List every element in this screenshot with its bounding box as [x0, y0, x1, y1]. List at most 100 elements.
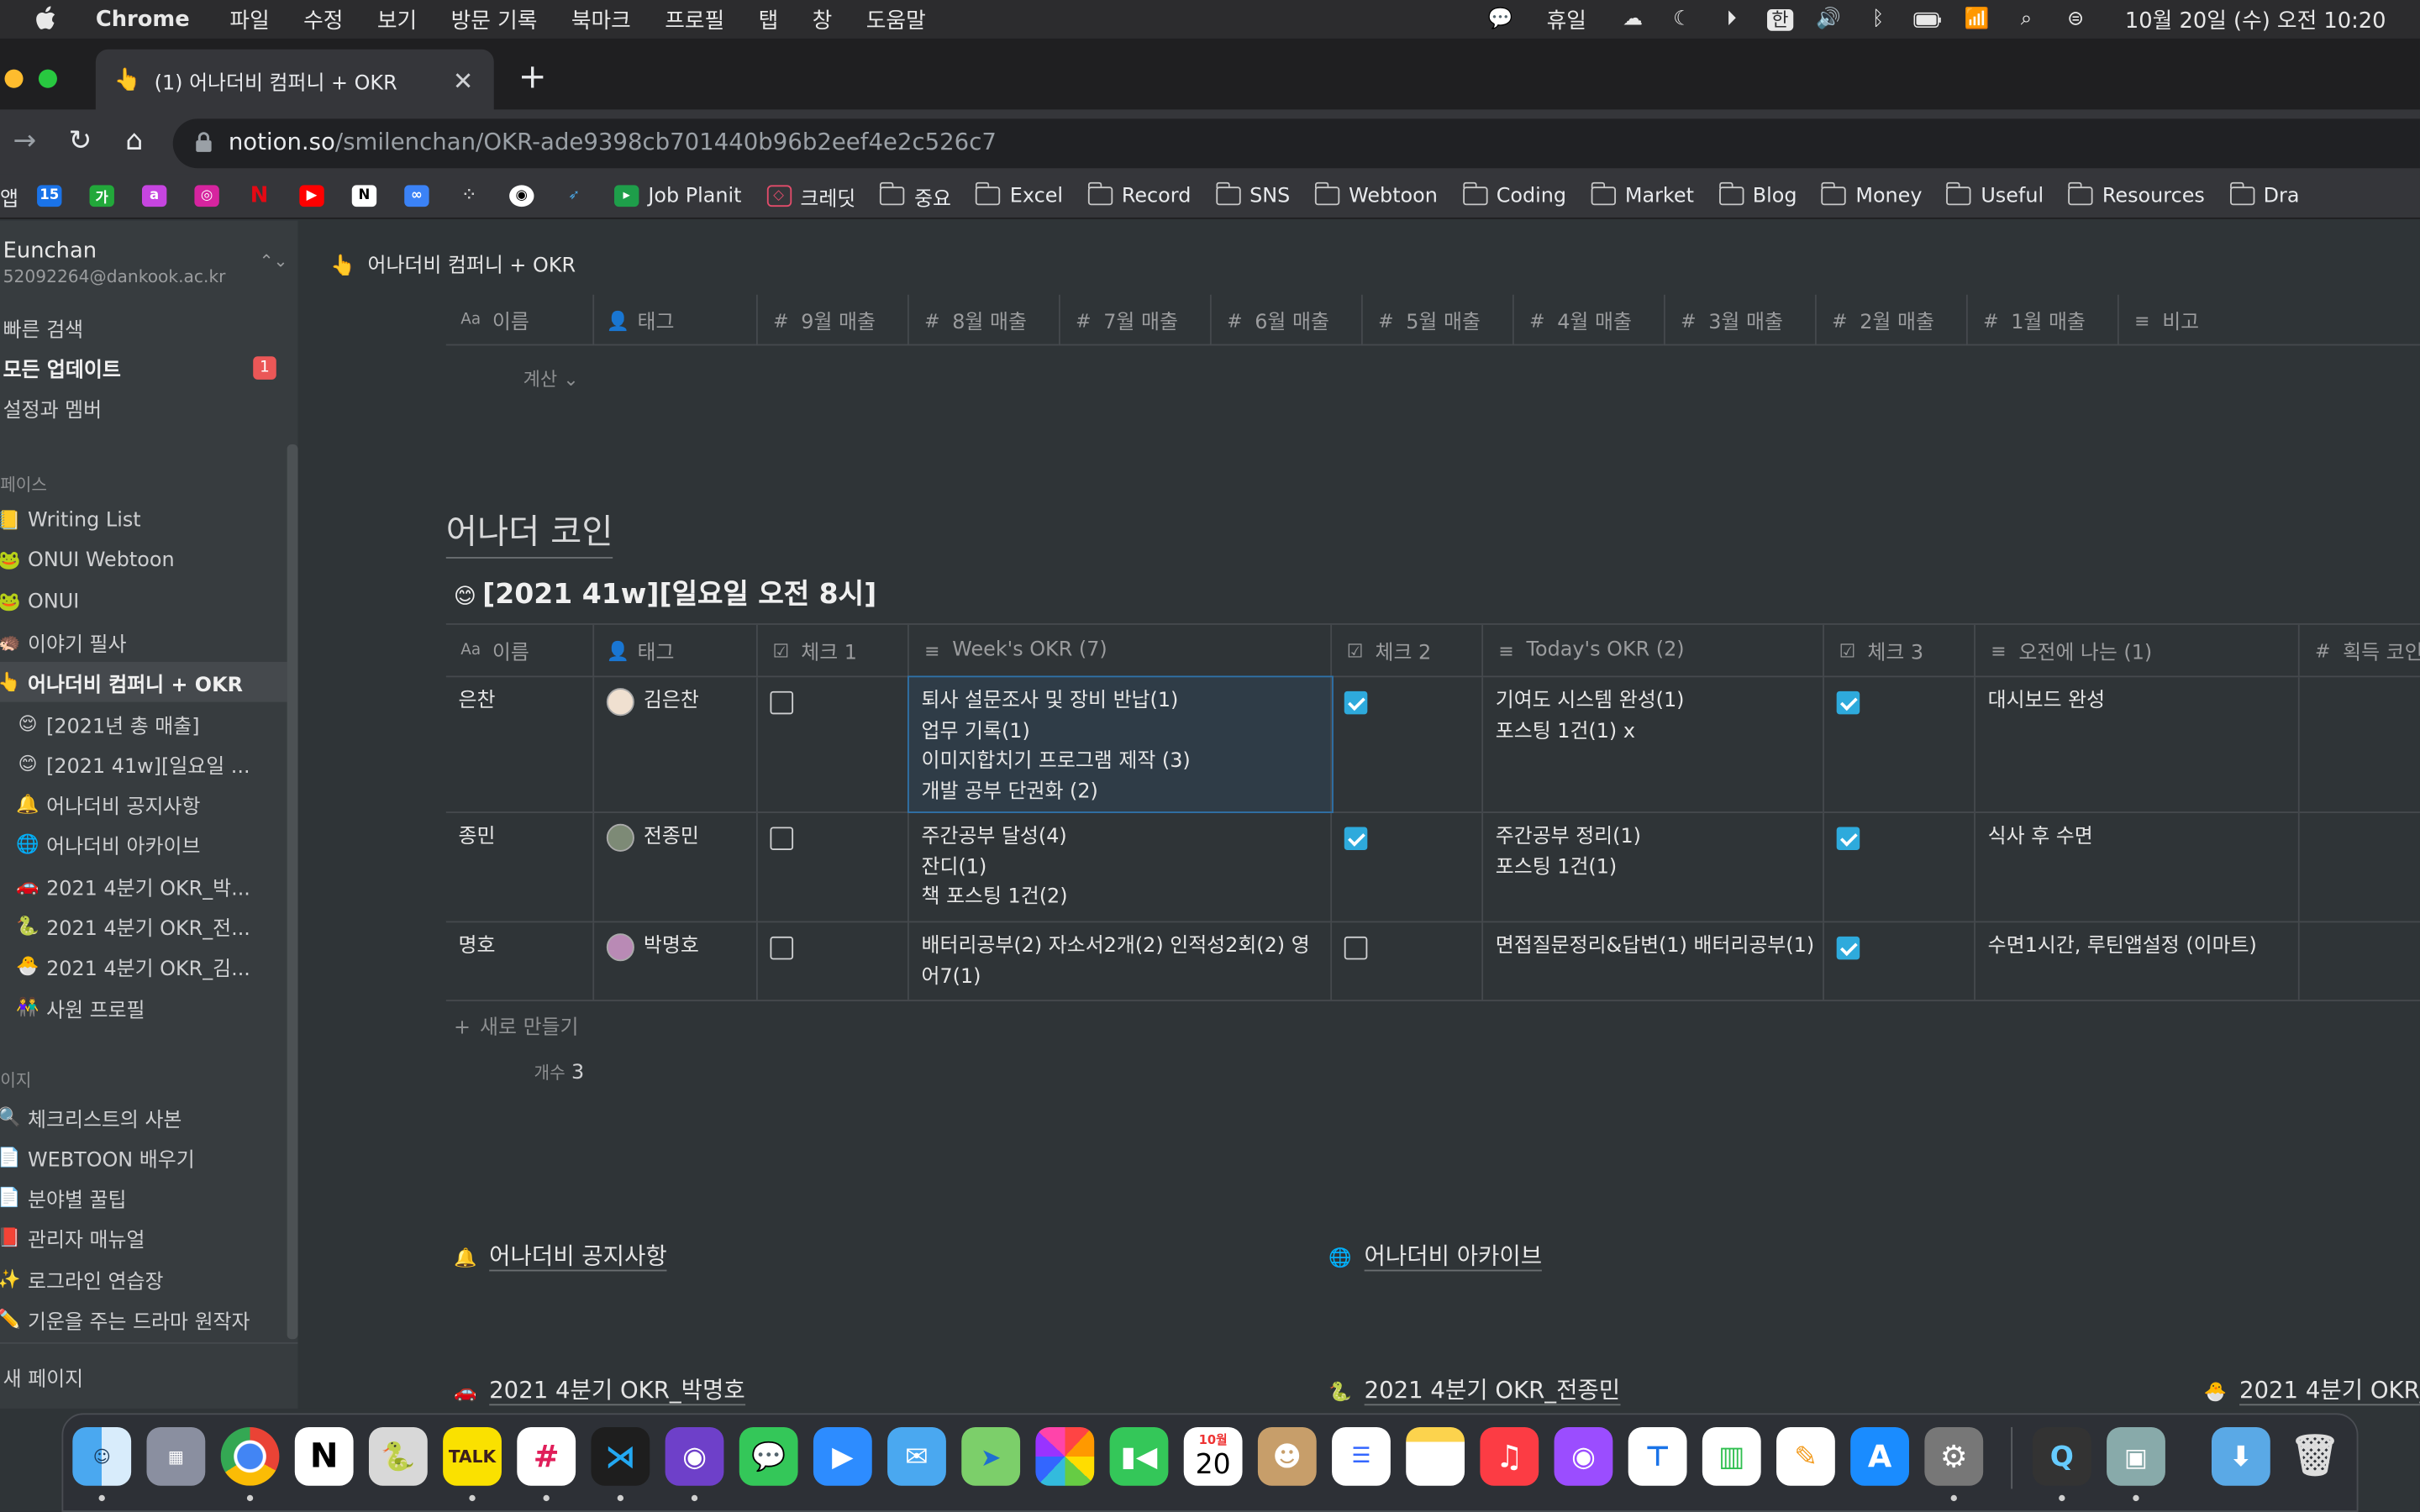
sidebar-page-drama-authors[interactable]: ✏️ 기운을 주는 드라마 원작자	[0, 1299, 287, 1340]
menu-bookmarks[interactable]: 북마크	[571, 4, 631, 35]
bookmark-folder-money[interactable]: Money	[1821, 175, 1923, 218]
zoom-icon[interactable]: ▶	[813, 1426, 872, 1486]
bookmark-bird[interactable]: ➶	[562, 175, 596, 218]
bookmark-folder-record[interactable]: Record	[1087, 175, 1191, 218]
checkbox-checked[interactable]	[1836, 827, 1860, 851]
checkbox[interactable]	[1344, 936, 1368, 960]
wifi-icon[interactable]: 📶	[1963, 8, 1991, 31]
checkbox[interactable]	[770, 827, 794, 851]
column-header-jan-revenue[interactable]: #1월 매출	[1968, 294, 2119, 346]
column-header-aug-revenue[interactable]: #8월 매출	[909, 294, 1060, 346]
bookmark-notion[interactable]: N	[351, 175, 386, 218]
quicktime-icon[interactable]: Q	[2032, 1426, 2091, 1486]
finder-icon[interactable]: ☺	[72, 1426, 132, 1486]
checkbox-checked[interactable]	[1836, 690, 1860, 715]
table-row[interactable]: 명호 박명호 배터리공부(2) 자소서2개(2) 인적성2회(2) 영 어7(1…	[445, 922, 2420, 1002]
control-center-icon[interactable]: ⊜	[2062, 8, 2090, 31]
sidebar-section-pages[interactable]: 페이지	[0, 1068, 31, 1092]
breadcrumb[interactable]: 👆 어나더비 컴퍼니 + OKR	[330, 249, 576, 278]
cell-check3[interactable]	[1824, 922, 1975, 1000]
cell-weeks-okr[interactable]: 배터리공부(2) 자소서2개(2) 인적성2회(2) 영 어7(1)	[909, 922, 1333, 1000]
sidebar-page-checklist-copy[interactable]: 🔍 체크리스트의 사본	[0, 1097, 287, 1137]
cell-person[interactable]: 전종민	[594, 812, 758, 921]
keynote-icon[interactable]: ⊤	[1628, 1426, 1687, 1486]
sidebar-page-tips[interactable]: 📄 분야별 꿀팁	[0, 1177, 287, 1217]
checkbox-checked[interactable]	[1836, 936, 1860, 960]
workspace-name[interactable]: Eunchan	[3, 239, 97, 264]
vscode-icon[interactable]: ⋊	[591, 1426, 650, 1486]
cell-todays-okr[interactable]: 주간공부 정리(1) 포스팅 1건(1)	[1483, 812, 1824, 921]
notion-icon[interactable]: N	[294, 1426, 354, 1486]
bookmark-folder-webtoon[interactable]: Webtoon	[1314, 175, 1438, 218]
menu-window[interactable]: 창	[813, 4, 833, 35]
sidebar-quick-search[interactable]: 빠른 검색	[0, 307, 287, 348]
sidebar-page-learn-webtoon[interactable]: 📄 WEBTOON 배우기	[0, 1137, 287, 1178]
cell-todays-okr[interactable]: 기여도 시스템 완성(1) 포스팅 1건(1) x	[1483, 677, 1824, 812]
column-header-name[interactable]: Aa 이름	[446, 624, 595, 676]
column-header-feb-revenue[interactable]: #2월 매출	[1817, 294, 1968, 346]
column-header-todays-okr[interactable]: ≡ Today's OKR (2)	[1483, 624, 1824, 676]
cell-check2[interactable]	[1332, 812, 1484, 921]
numbers-icon[interactable]: ▥	[1702, 1426, 1761, 1486]
menu-profile[interactable]: 프로필	[665, 4, 724, 35]
sidebar-item-onui[interactable]: 🐸 ONUI	[0, 581, 287, 622]
cell-coins[interactable]	[2300, 922, 2420, 1000]
bookmark-folder-resources[interactable]: Resources	[2068, 175, 2205, 218]
sidebar-item-archive[interactable]: 🌐 어나더비 아카이브	[0, 824, 287, 864]
app-store-icon[interactable]: A	[1850, 1426, 1909, 1486]
sidebar-item-story-transcription[interactable]: 🦔 이야기 필사	[0, 622, 287, 662]
volume-icon[interactable]: 🔊	[1815, 8, 1843, 31]
bookmark-credit[interactable]: ◇ 크레딧	[765, 175, 855, 218]
cell-check1[interactable]	[758, 922, 909, 1000]
checkbox-checked[interactable]	[1344, 827, 1368, 851]
calculate-dropdown[interactable]: 계산 ⌄	[523, 365, 579, 391]
column-header-notes[interactable]: ≡ 비고	[2119, 295, 2420, 346]
menubar-clock[interactable]: 10월 20일 (수) 오전 10:20	[2125, 4, 2386, 35]
menu-help[interactable]: 도움말	[866, 4, 926, 35]
cell-check3[interactable]	[1824, 677, 1975, 812]
pages-icon[interactable]: ✎	[1776, 1426, 1835, 1486]
trash-icon[interactable]: 🗑	[2286, 1427, 2344, 1486]
search-icon[interactable]: ⌕	[2012, 8, 2040, 31]
sidebar-item-2021-41w[interactable]: 😊 [2021 41w][일요일 ...	[0, 743, 287, 784]
browser-tab-active[interactable]: 👆 (1) 어나더비 컴퍼니 + OKR ✕	[95, 49, 494, 112]
bookmark-netflix[interactable]: N	[247, 175, 281, 218]
contacts-icon[interactable]: ☻	[1257, 1426, 1317, 1486]
cell-check2[interactable]	[1332, 922, 1484, 1000]
sidebar-item-anotherb-okr[interactable]: 👆 어나더비 컴퍼니 + OKR	[0, 661, 287, 702]
bookmark-github[interactable]: ◉	[509, 175, 543, 218]
cell-todays-okr[interactable]: 면접질문정리&답변(1) 배터리공부(1)	[1483, 922, 1824, 1000]
sidebar-item-writing-list[interactable]: 📒 Writing List	[0, 500, 287, 540]
bluetooth-icon[interactable]: ᛒ	[1865, 8, 1892, 31]
column-header-tag[interactable]: 👤 태그	[594, 294, 758, 346]
page-link-okr-park[interactable]: 🚗 2021 4분기 OKR_박명호	[454, 1373, 745, 1406]
url-text[interactable]: notion.so/smilenchan/OKR-ade9398cb701440…	[229, 128, 997, 155]
messages-icon[interactable]: 💬	[739, 1426, 798, 1486]
menu-view[interactable]: 보기	[377, 4, 417, 35]
sidebar-item-okr-kim[interactable]: 🐣 2021 4분기 OKR_김...	[0, 946, 287, 986]
menu-tab[interactable]: 탭	[759, 4, 779, 35]
cell-morning[interactable]: 식사 후 수면	[1975, 812, 2300, 921]
calendar-icon[interactable]: 10월 20	[1183, 1426, 1243, 1486]
new-tab-button[interactable]: +	[515, 61, 549, 95]
sidebar-item-notices[interactable]: 🔔 어나더비 공지사항	[0, 784, 287, 824]
notes-icon[interactable]	[1406, 1426, 1465, 1486]
cell-person[interactable]: 김은찬	[594, 677, 758, 812]
cell-check3[interactable]	[1824, 812, 1975, 921]
window-minimize-button[interactable]	[4, 69, 24, 88]
cell-morning[interactable]: 수면1시간, 루틴앱설정 (이마트)	[1975, 922, 2300, 1000]
sidebar-item-onui-webtoon[interactable]: 🐸 ONUI Webtoon	[0, 540, 287, 580]
moon-icon[interactable]: ☾	[1668, 8, 1696, 31]
address-bar[interactable]: notion.so/smilenchan/OKR-ade9398cb701440…	[172, 118, 2420, 169]
cell-check1[interactable]	[758, 812, 909, 921]
menu-history[interactable]: 방문 기록	[451, 4, 538, 35]
column-header-mar-revenue[interactable]: #3월 매출	[1665, 294, 1817, 346]
menu-file[interactable]: 파일	[229, 4, 269, 35]
bookmark-dots[interactable]: ⁘	[457, 175, 491, 218]
reminders-icon[interactable]: ☰	[1332, 1426, 1391, 1486]
column-header-may-revenue[interactable]: #5월 매출	[1363, 294, 1514, 346]
sidebar-page-admin-manual[interactable]: 📕 관리자 매뉴얼	[0, 1217, 287, 1257]
sidebar-item-employee-profiles[interactable]: 👫 사원 프로필	[0, 987, 287, 1027]
cell-check1[interactable]	[758, 677, 909, 812]
cell-coins[interactable]	[2300, 813, 2420, 921]
